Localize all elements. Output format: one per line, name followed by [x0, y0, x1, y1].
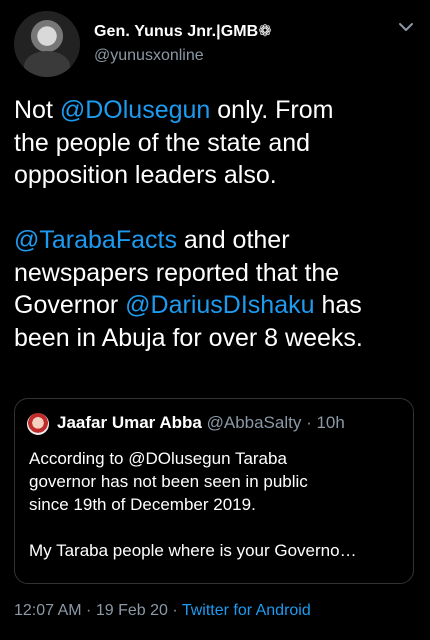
quoted-tweet[interactable]: Jaafar Umar Abba @AbbaSalty · 10h Accord… [14, 398, 414, 584]
tweet-timestamp: 12:07 AM · 19 Feb 20 · [14, 602, 182, 619]
quoted-author-avatar [27, 413, 49, 435]
chevron-down-icon[interactable] [396, 17, 416, 37]
mention-link[interactable]: @TarabaFacts [14, 226, 177, 254]
quoted-tweet-text: According to @DOlusegun Taraba governor … [29, 449, 357, 560]
tweet-source-link[interactable]: Twitter for Android [182, 602, 311, 619]
quoted-author-header: Jaafar Umar Abba @AbbaSalty · 10h [57, 413, 345, 433]
mention-link[interactable]: @DOlusegun [60, 96, 210, 124]
author-avatar[interactable] [14, 11, 80, 77]
author-handle[interactable]: @yunusxonline [94, 47, 204, 65]
mention-link[interactable]: @DariusDIshaku [125, 291, 314, 319]
tweet-footer: 12:07 AM · 19 Feb 20 · Twitter for Andro… [14, 602, 311, 620]
quoted-author-meta: @AbbaSalty · 10h [201, 413, 345, 432]
tweet-text-segment: Not [14, 96, 60, 124]
tweet-header: Gen. Yunus Jnr.|GMB❁ @yunusxonline [14, 11, 418, 81]
tweet-body: Not @DOlusegun only. From the people of … [14, 94, 418, 354]
quoted-author-name: Jaafar Umar Abba [57, 413, 202, 432]
avatar-figure [24, 51, 70, 77]
author-display-name[interactable]: Gen. Yunus Jnr.|GMB❁ [94, 21, 272, 41]
